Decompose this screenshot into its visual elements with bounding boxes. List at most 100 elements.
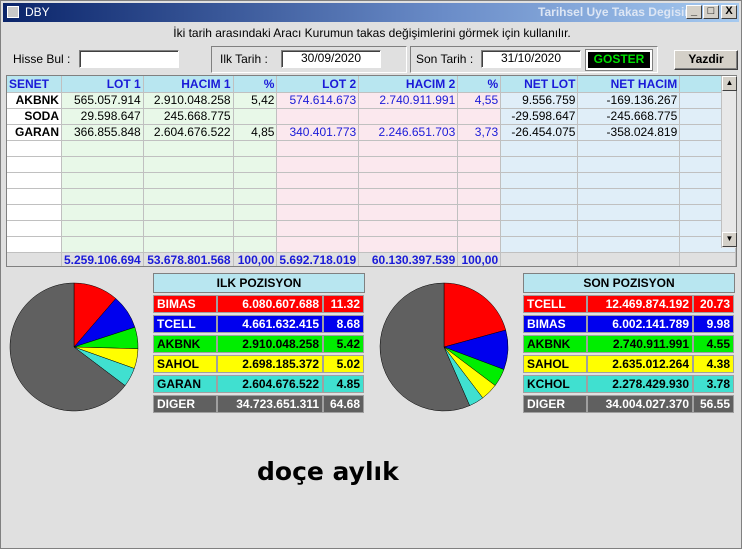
grid-header-cell[interactable]: LOT 1 [61, 76, 144, 93]
grid-cell[interactable] [500, 236, 579, 253]
table-row[interactable]: GARAN 366.855.848 2.604.676.522 4,85 340.401… [7, 124, 736, 141]
goster-button[interactable]: GOSTER [585, 49, 653, 71]
grid-cell[interactable] [7, 204, 62, 221]
grid-cell[interactable] [276, 156, 360, 173]
grid-header-cell[interactable]: % [457, 76, 502, 93]
grid-cell[interactable] [233, 140, 278, 157]
grid-cell[interactable] [233, 156, 278, 173]
grid-cell[interactable] [577, 140, 681, 157]
grid-cell[interactable] [358, 204, 459, 221]
grid-cell[interactable] [143, 140, 234, 157]
grid-cell[interactable] [7, 220, 62, 237]
grid-header-cell[interactable]: % [233, 76, 278, 93]
grid-cell[interactable]: 9.556.759 [500, 92, 579, 109]
grid-cell[interactable] [457, 108, 502, 125]
table-row[interactable] [7, 188, 736, 205]
grid-cell[interactable] [233, 204, 278, 221]
grid-cell[interactable] [233, 188, 278, 205]
grid-cell[interactable]: -169.136.267 [577, 92, 681, 109]
grid-cell[interactable] [457, 188, 502, 205]
grid-cell[interactable]: 29.598.647 [61, 108, 144, 125]
grid-cell[interactable] [500, 156, 579, 173]
grid-cell[interactable]: 4,55 [457, 92, 502, 109]
grid-cell[interactable]: 340.401.773 [276, 124, 360, 141]
grid-cell[interactable]: -26.454.075 [500, 124, 579, 141]
grid-cell[interactable] [276, 236, 360, 253]
grid-cell[interactable] [61, 156, 144, 173]
grid-cell[interactable]: -245.668.775 [577, 108, 681, 125]
grid-cell[interactable]: SODA [7, 108, 62, 125]
grid-cell[interactable]: 2.604.676.522 [143, 124, 234, 141]
grid-cell[interactable]: 2.910.048.258 [143, 92, 234, 109]
table-row[interactable] [7, 220, 736, 237]
grid-cell[interactable] [7, 156, 62, 173]
grid-header-cell[interactable]: HACIM 2 [358, 76, 459, 93]
grid-cell[interactable] [61, 236, 144, 253]
grid-cell[interactable] [577, 156, 681, 173]
grid-cell[interactable] [358, 236, 459, 253]
grid-header-cell[interactable]: NET HACIM [577, 76, 681, 93]
grid-cell[interactable]: 574.614.673 [276, 92, 360, 109]
grid-cell[interactable]: 366.855.848 [61, 124, 144, 141]
table-row[interactable] [7, 204, 736, 221]
grid-cell[interactable] [61, 204, 144, 221]
grid-header-cell[interactable]: LOT 2 [276, 76, 360, 93]
ilk-tarih-input[interactable]: 30/09/2020 [281, 50, 381, 68]
grid-cell[interactable] [233, 172, 278, 189]
grid-cell[interactable] [358, 156, 459, 173]
hisse-search-input[interactable] [79, 50, 179, 68]
grid-cell[interactable]: -358.024.819 [577, 124, 681, 141]
grid-cell[interactable] [233, 108, 278, 125]
grid-cell[interactable] [500, 204, 579, 221]
grid-cell[interactable] [7, 188, 62, 205]
grid-cell[interactable] [276, 108, 360, 125]
grid-cell[interactable] [143, 156, 234, 173]
grid-cell[interactable]: 565.057.914 [61, 92, 144, 109]
grid-cell[interactable]: -29.598.647 [500, 108, 579, 125]
grid-cell[interactable] [276, 188, 360, 205]
close-button[interactable]: X [721, 5, 737, 19]
grid-cell[interactable] [358, 140, 459, 157]
grid-header-cell[interactable]: NET LOT [500, 76, 579, 93]
grid-cell[interactable]: 2.246.651.703 [358, 124, 459, 141]
table-row[interactable] [7, 236, 736, 253]
grid-cell[interactable] [457, 172, 502, 189]
grid-cell[interactable] [577, 220, 681, 237]
grid-cell[interactable]: 4,85 [233, 124, 278, 141]
grid-cell[interactable] [276, 204, 360, 221]
grid-cell[interactable] [61, 220, 144, 237]
grid-cell[interactable]: 2.740.911.991 [358, 92, 459, 109]
grid-cell[interactable] [143, 204, 234, 221]
grid-cell[interactable] [500, 188, 579, 205]
grid-cell[interactable] [500, 140, 579, 157]
grid-cell[interactable] [577, 188, 681, 205]
grid-cell[interactable] [61, 140, 144, 157]
grid-cell[interactable] [276, 220, 360, 237]
minimize-button[interactable]: _ [686, 5, 702, 19]
grid-cell[interactable] [358, 220, 459, 237]
table-row[interactable]: SODA 29.598.647 245.668.775 -29.598.647 -245… [7, 108, 736, 125]
grid-cell[interactable]: 245.668.775 [143, 108, 234, 125]
grid-cell[interactable] [7, 172, 62, 189]
grid-cell[interactable]: 5,42 [233, 92, 278, 109]
grid-cell[interactable] [457, 140, 502, 157]
grid-cell[interactable] [457, 236, 502, 253]
grid-cell[interactable] [358, 188, 459, 205]
grid-cell[interactable] [577, 172, 681, 189]
grid-cell[interactable] [577, 204, 681, 221]
yazdir-button[interactable]: Yazdir [674, 50, 738, 70]
table-row[interactable] [7, 140, 736, 157]
grid-header-cell[interactable]: HACIM 1 [143, 76, 234, 93]
grid-vertical-scrollbar[interactable]: ▲ ▼ [721, 76, 737, 248]
grid-cell[interactable] [61, 172, 144, 189]
grid-cell[interactable]: AKBNK [7, 92, 62, 109]
grid-header-cell[interactable]: SENET [7, 76, 62, 93]
grid-cell[interactable] [61, 188, 144, 205]
grid-cell[interactable] [276, 140, 360, 157]
grid-cell[interactable] [358, 172, 459, 189]
table-row[interactable] [7, 172, 736, 189]
scroll-down-button[interactable]: ▼ [722, 232, 737, 247]
grid-cell[interactable]: 3,73 [457, 124, 502, 141]
grid-cell[interactable] [143, 220, 234, 237]
grid-cell[interactable] [143, 236, 234, 253]
